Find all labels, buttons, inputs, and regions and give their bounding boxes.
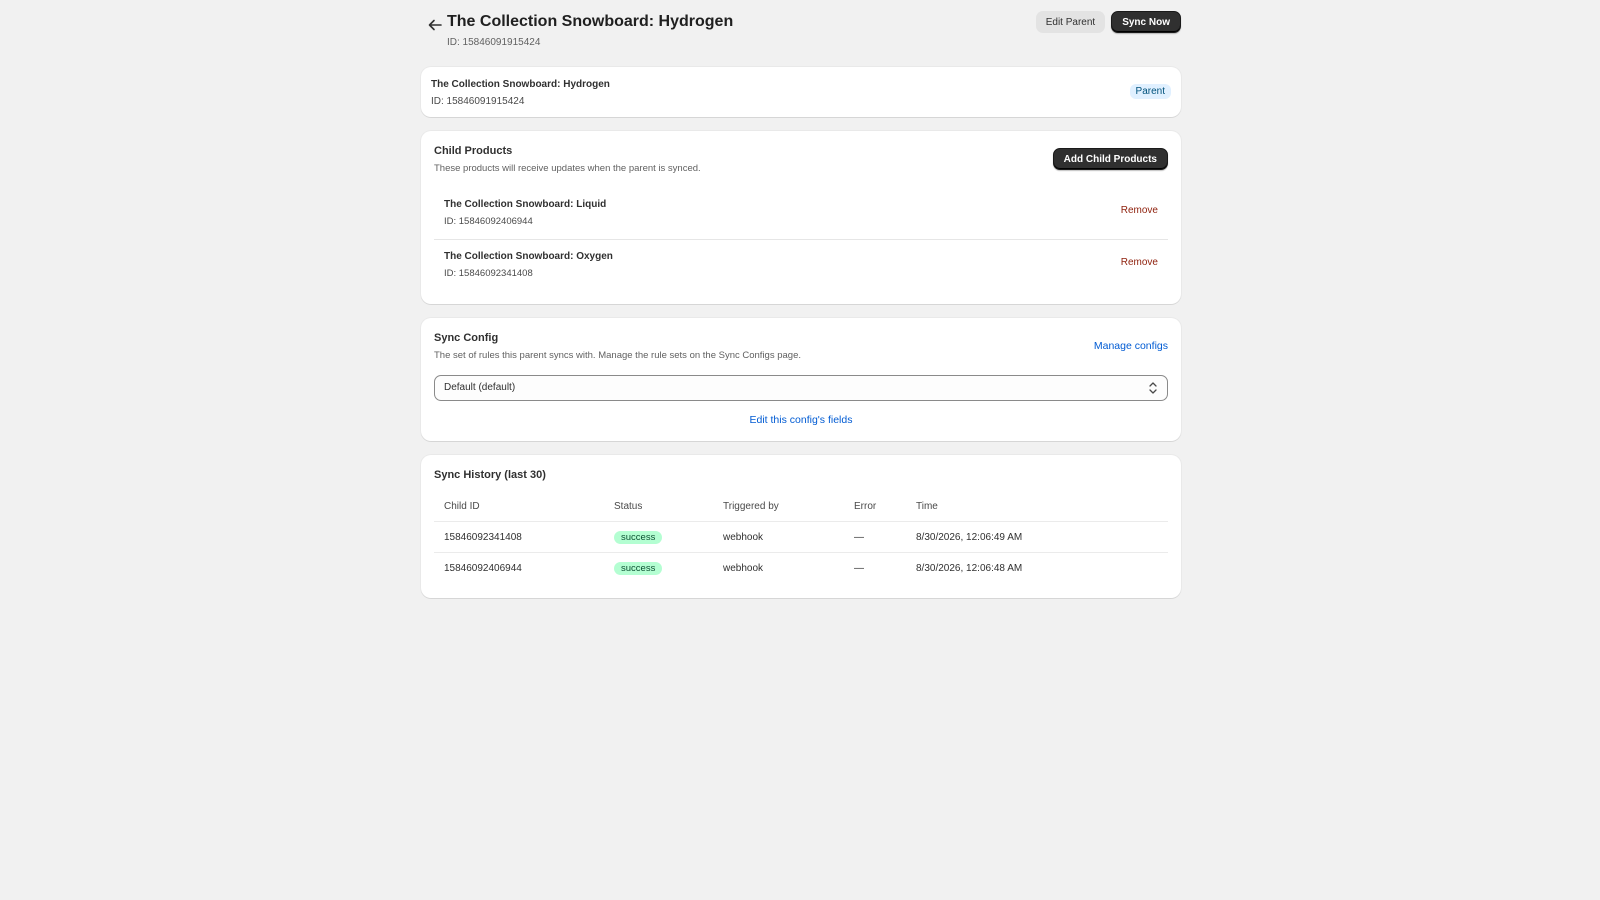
- sync-config-select[interactable]: Default (default): [434, 375, 1168, 401]
- sync-history-card: Sync History (last 30) Child ID Status T…: [421, 455, 1181, 598]
- sync-now-button[interactable]: Sync Now: [1111, 11, 1181, 33]
- parent-badge: Parent: [1129, 84, 1171, 99]
- child-product-id: ID: 15846092406944: [444, 216, 533, 227]
- column-header-status: Status: [604, 491, 713, 522]
- child-product-row: The Collection Snowboard: Liquid ID: 158…: [434, 187, 1168, 240]
- remove-child-button[interactable]: Remove: [1121, 257, 1158, 268]
- child-products-card: Child Products These products will recei…: [421, 131, 1181, 304]
- edit-config-fields-link[interactable]: Edit this config's fields: [421, 414, 1181, 426]
- sync-config-title: Sync Config: [434, 332, 499, 344]
- column-header-time: Time: [906, 491, 1168, 522]
- column-header-error: Error: [844, 491, 906, 522]
- sync-history-table: Child ID Status Triggered by Error Time …: [434, 491, 1168, 583]
- cell-error: —: [844, 521, 906, 553]
- cell-child-id: 15846092406944: [444, 562, 522, 574]
- cell-status: success: [604, 553, 713, 584]
- cell-child-id: 15846092341408: [434, 521, 604, 553]
- remove-child-button[interactable]: Remove: [1121, 205, 1158, 216]
- status-badge: success: [614, 561, 663, 575]
- cell-triggered-by: webhook: [723, 562, 764, 574]
- sync-config-selected-value: Default (default): [444, 382, 516, 393]
- sync-history-title: Sync History (last 30): [434, 469, 546, 481]
- child-products-description: These products will receive updates when…: [434, 163, 701, 174]
- parent-product-name: The Collection Snowboard: Hydrogen: [431, 79, 610, 90]
- add-child-products-button[interactable]: Add Child Products: [1052, 148, 1168, 170]
- edit-parent-button[interactable]: Edit Parent: [1035, 11, 1106, 33]
- cell-time: 8/30/2026, 12:06:48 AM: [916, 562, 1023, 574]
- sync-config-card: Sync Config The set of rules this parent…: [421, 318, 1181, 441]
- child-products-title: Child Products: [434, 145, 513, 157]
- child-product-name: The Collection Snowboard: Oxygen: [444, 251, 613, 262]
- status-badge: success: [614, 530, 663, 544]
- arrow-left-icon: [428, 19, 442, 31]
- table-row: 15846092406944 success webhook — 8/30/20…: [434, 553, 1168, 584]
- column-header-triggered-by: Triggered by: [713, 491, 844, 522]
- cell-status: success: [604, 521, 713, 553]
- table-header-row: Child ID Status Triggered by Error Time: [434, 491, 1168, 522]
- child-product-name: The Collection Snowboard: Liquid: [444, 199, 607, 210]
- child-product-id: ID: 15846092341408: [444, 268, 533, 279]
- chevron-up-down-icon: [1149, 382, 1157, 394]
- parent-product-card: The Collection Snowboard: Hydrogen ID: 1…: [421, 67, 1181, 117]
- cell-time: 8/30/2026, 12:06:49 AM: [906, 521, 1168, 553]
- sync-config-description: The set of rules this parent syncs with.…: [434, 350, 802, 361]
- page-title: The Collection Snowboard: Hydrogen: [447, 13, 734, 30]
- parent-product-id: ID: 15846091915424: [431, 96, 525, 107]
- cell-triggered-by: webhook: [713, 521, 844, 553]
- back-button[interactable]: [425, 14, 447, 36]
- child-product-row: The Collection Snowboard: Oxygen ID: 158…: [434, 239, 1168, 291]
- column-header-child-id: Child ID: [434, 491, 604, 522]
- page-header: The Collection Snowboard: Hydrogen ID: 1…: [421, 11, 1181, 51]
- header-actions: Edit Parent Sync Now: [1035, 11, 1181, 33]
- table-row: 15846092341408 success webhook — 8/30/20…: [434, 521, 1168, 553]
- cell-error: —: [854, 562, 864, 574]
- page-subtitle-id: ID: 15846091915424: [447, 37, 541, 48]
- manage-configs-link[interactable]: Manage configs: [1094, 340, 1168, 352]
